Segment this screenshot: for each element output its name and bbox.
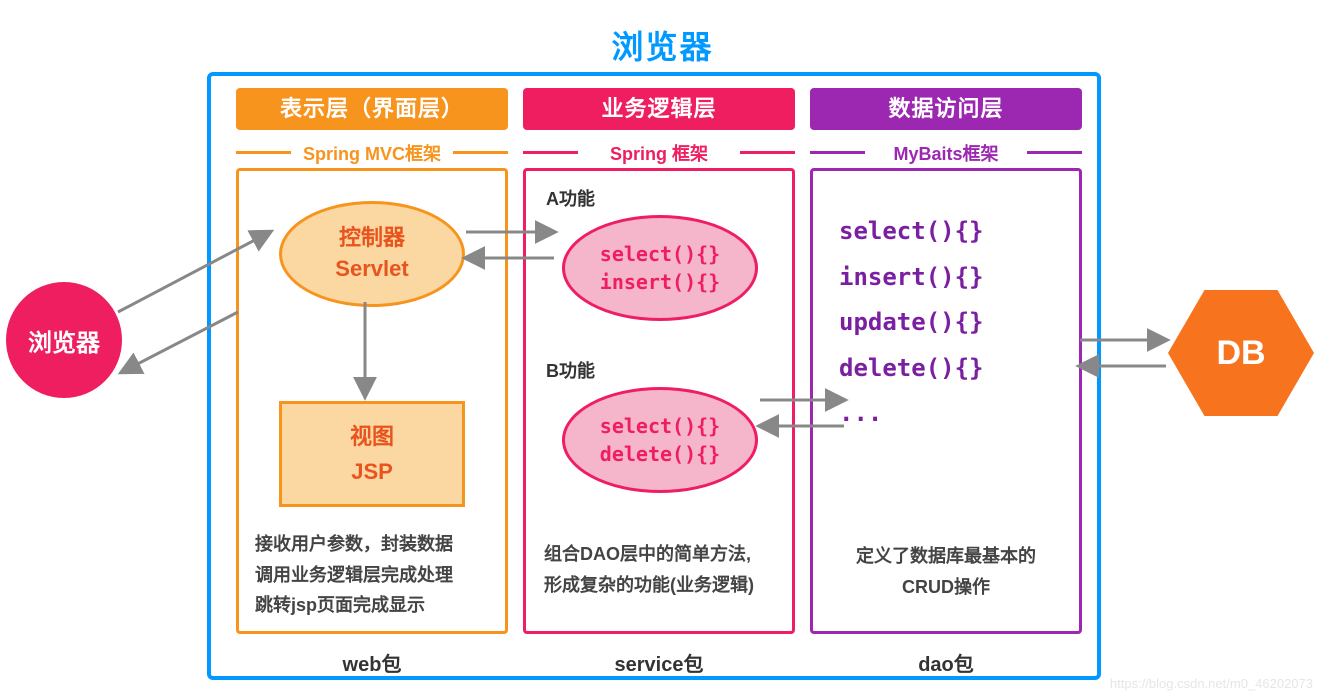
db-hex-shape: DB [1168, 290, 1314, 416]
dao-method-delete: delete(){} [839, 346, 984, 392]
pres-desc-line3: 跳转jsp页面完成显示 [255, 590, 489, 621]
db-label: DB [1216, 334, 1265, 373]
presentation-layer-title: 表示层（界面层） [236, 88, 508, 130]
dao-layer-framework: MyBaits框架 [810, 140, 1082, 160]
business-layer-desc: 组合DAO层中的简单方法, 形成复杂的功能(业务逻辑) [544, 539, 778, 600]
func-a-label: A功能 [546, 185, 595, 211]
dao-method-update: update(){} [839, 300, 984, 346]
business-layer-body: A功能 select(){} insert(){} B功能 select(){}… [523, 168, 795, 634]
pres-desc-line1: 接收用户参数，封装数据 [255, 529, 489, 560]
view-tech: JSP [351, 454, 393, 489]
business-layer-framework: Spring 框架 [523, 140, 795, 160]
controller-label: 控制器 [339, 223, 405, 254]
watermark: https://blog.csdn.net/m0_46202073 [1110, 676, 1313, 691]
browser-container: 表示层（界面层） Spring MVC框架 控制器 Servlet 视图 JSP… [207, 72, 1101, 680]
func-a-method1: select(){} [600, 240, 720, 268]
dao-layer-desc: 定义了数据库最基本的 CRUD操作 [831, 541, 1061, 602]
dao-layer-title: 数据访问层 [810, 88, 1082, 130]
dao-desc-line2: CRUD操作 [831, 572, 1061, 603]
browser-label: 浏览器 [28, 323, 100, 358]
func-b-node: select(){} delete(){} [562, 387, 758, 493]
presentation-layer-body: 控制器 Servlet 视图 JSP 接收用户参数，封装数据 调用业务逻辑层完成… [236, 168, 508, 634]
dao-desc-line1: 定义了数据库最基本的 [831, 541, 1061, 572]
presentation-layer-framework: Spring MVC框架 [236, 140, 508, 160]
controller-tech: Servlet [335, 254, 408, 285]
presentation-layer-desc: 接收用户参数，封装数据 调用业务逻辑层完成处理 跳转jsp页面完成显示 [255, 529, 489, 621]
dao-methods-list: select(){} insert(){} update(){} delete(… [839, 209, 984, 437]
func-b-method1: select(){} [600, 412, 720, 440]
browser-node: 浏览器 [6, 282, 122, 398]
diagram-title: 浏览器 [0, 22, 1325, 68]
dao-layer-package: dao包 [810, 648, 1082, 677]
pres-desc-line2: 调用业务逻辑层完成处理 [255, 560, 489, 591]
func-b-label: B功能 [546, 357, 595, 383]
db-node: DB [1168, 290, 1314, 416]
presentation-layer-column: 表示层（界面层） Spring MVC框架 控制器 Servlet 视图 JSP… [236, 88, 508, 677]
presentation-layer-package: web包 [236, 648, 508, 677]
business-layer-column: 业务逻辑层 Spring 框架 A功能 select(){} insert(){… [523, 88, 795, 677]
dao-method-insert: insert(){} [839, 255, 984, 301]
func-a-node: select(){} insert(){} [562, 215, 758, 321]
dao-method-more: ... [839, 391, 984, 437]
func-a-method2: insert(){} [600, 268, 720, 296]
controller-node: 控制器 Servlet [279, 201, 465, 307]
dao-layer-body: select(){} insert(){} update(){} delete(… [810, 168, 1082, 634]
business-layer-package: service包 [523, 648, 795, 677]
business-layer-title: 业务逻辑层 [523, 88, 795, 130]
biz-desc-line2: 形成复杂的功能(业务逻辑) [544, 570, 778, 601]
view-node: 视图 JSP [279, 401, 465, 507]
func-b-method2: delete(){} [600, 440, 720, 468]
view-label: 视图 [350, 419, 394, 454]
dao-layer-column: 数据访问层 MyBaits框架 select(){} insert(){} up… [810, 88, 1082, 677]
biz-desc-line1: 组合DAO层中的简单方法, [544, 539, 778, 570]
dao-method-select: select(){} [839, 209, 984, 255]
